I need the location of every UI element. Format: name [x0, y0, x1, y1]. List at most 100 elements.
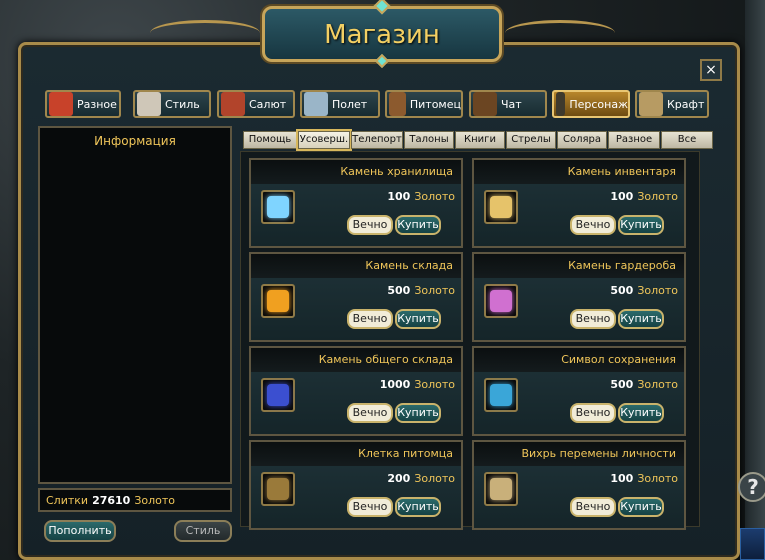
subtab-7[interactable]: Разное — [608, 131, 660, 149]
item-price-currency: Золото — [414, 190, 455, 203]
wardrobe-stone-icon — [490, 290, 512, 312]
buy-button[interactable]: Купить — [618, 497, 664, 517]
item-price-currency: Золото — [414, 472, 455, 485]
firework-barrel-icon — [221, 92, 245, 116]
tab-category-label: Питомец — [409, 97, 461, 111]
subtab-5[interactable]: Стрелы — [506, 131, 556, 149]
item-price: 1000 Золото — [380, 378, 455, 391]
item-price: 100 Золото — [387, 190, 455, 203]
inventory-stone-icon — [490, 196, 512, 218]
tab-category-7[interactable]: Крафт — [635, 90, 709, 118]
horse-head-icon — [389, 92, 406, 116]
subtab-1[interactable]: Усоверш. — [296, 129, 352, 151]
item-name: Вихрь перемены личности — [474, 442, 684, 466]
item-price-value: 100 — [610, 472, 634, 485]
item-slot[interactable] — [484, 284, 518, 318]
balance-bar: Слитки 27610 Золото — [38, 488, 232, 512]
duration-button[interactable]: Вечно — [347, 497, 393, 517]
left-wing-ornament — [150, 20, 260, 46]
tab-category-label: Крафт — [667, 97, 705, 111]
tab-category-label: Салют — [249, 97, 287, 111]
buy-button[interactable]: Купить — [618, 309, 664, 329]
tab-category-6[interactable]: Персонаж — [552, 90, 630, 118]
window-title: Магазин — [324, 20, 440, 50]
buy-button[interactable]: Купить — [395, 215, 441, 235]
buy-button[interactable]: Купить — [618, 215, 664, 235]
item-slot[interactable] — [484, 378, 518, 412]
save-symbol-icon — [490, 384, 512, 406]
buy-button[interactable]: Купить — [395, 403, 441, 423]
item-slot[interactable] — [261, 378, 295, 412]
help-question-icon[interactable]: ? — [738, 472, 765, 502]
item-price-currency: Золото — [414, 378, 455, 391]
item-price-value: 500 — [610, 284, 634, 297]
corner-widget — [740, 528, 765, 560]
item-price-currency: Золото — [637, 190, 678, 203]
close-button[interactable]: × — [700, 59, 722, 81]
duration-button[interactable]: Вечно — [347, 309, 393, 329]
buy-button[interactable]: Купить — [395, 497, 441, 517]
buy-button[interactable]: Купить — [618, 403, 664, 423]
tab-category-2[interactable]: Салют — [217, 90, 295, 118]
gift-box-icon — [49, 92, 73, 116]
item-price-value: 100 — [387, 190, 411, 203]
item-price-value: 1000 — [379, 378, 411, 391]
subtab-8[interactable]: Все — [661, 131, 713, 149]
duration-button[interactable]: Вечно — [570, 497, 616, 517]
subtab-6[interactable]: Соляра — [557, 131, 607, 149]
item-price-currency: Золото — [637, 378, 678, 391]
buy-button[interactable]: Купить — [395, 309, 441, 329]
item-name: Символ сохранения — [474, 348, 684, 372]
item-card: Вихрь перемены личности 100 Золото Вечно Куп… — [472, 440, 686, 530]
balance-label: Слитки — [46, 494, 89, 507]
item-price-value: 100 — [610, 190, 634, 203]
item-slot[interactable] — [261, 284, 295, 318]
tab-category-0[interactable]: Разное — [45, 90, 121, 118]
item-price: 500 Золото — [610, 284, 678, 297]
item-card: Камень хранилища 100 Золото Вечно Купить — [249, 158, 463, 248]
item-name: Клетка питомца — [251, 442, 461, 466]
subtab-4[interactable]: Книги — [455, 131, 505, 149]
tab-category-label: Чат — [501, 97, 522, 111]
item-slot[interactable] — [261, 190, 295, 224]
subtab-3[interactable]: Талоны — [404, 131, 454, 149]
tab-category-1[interactable]: Стиль — [133, 90, 211, 118]
item-card: Символ сохранения 500 Золото Вечно Купить — [472, 346, 686, 436]
tab-category-label: Разное — [77, 97, 117, 111]
item-price-value: 200 — [387, 472, 411, 485]
item-price: 100 Золото — [610, 190, 678, 203]
duration-button[interactable]: Вечно — [570, 403, 616, 423]
item-price: 500 Золото — [387, 284, 455, 297]
item-price-currency: Золото — [637, 472, 678, 485]
craft-scroll-icon — [639, 92, 663, 116]
tab-category-5[interactable]: Чат — [469, 90, 547, 118]
balance-amount: 27610 — [92, 494, 131, 507]
subtab-0[interactable]: Помощь — [243, 131, 297, 149]
storage-crystal-icon — [267, 196, 289, 218]
tab-category-3[interactable]: Полет — [300, 90, 380, 118]
item-slot[interactable] — [484, 472, 518, 506]
item-slot[interactable] — [484, 190, 518, 224]
style-button[interactable]: Стиль — [174, 520, 232, 542]
tab-category-label: Стиль — [165, 97, 200, 111]
item-price: 200 Золото — [387, 472, 455, 485]
duration-button[interactable]: Вечно — [347, 215, 393, 235]
item-price-value: 500 — [387, 284, 411, 297]
item-card: Камень склада 500 Золото Вечно Купить — [249, 252, 463, 342]
item-card: Клетка питомца 200 Золото Вечно Купить — [249, 440, 463, 530]
subtab-2[interactable]: Телепорт — [351, 131, 403, 149]
duration-button[interactable]: Вечно — [570, 215, 616, 235]
item-slot[interactable] — [261, 472, 295, 506]
shared-storage-orb-icon — [267, 384, 289, 406]
item-price-currency: Золото — [637, 284, 678, 297]
flying-sword-icon — [304, 92, 328, 116]
duration-button[interactable]: Вечно — [570, 309, 616, 329]
duration-button[interactable]: Вечно — [347, 403, 393, 423]
right-wing-ornament — [505, 20, 615, 46]
item-name: Камень склада — [251, 254, 461, 278]
tab-category-4[interactable]: Питомец — [385, 90, 463, 118]
item-card: Камень инвентаря 100 Золото Вечно Купить — [472, 158, 686, 248]
info-panel: Информация — [38, 126, 232, 484]
item-name: Камень инвентаря — [474, 160, 684, 184]
topup-button[interactable]: Пополнить — [44, 520, 116, 542]
